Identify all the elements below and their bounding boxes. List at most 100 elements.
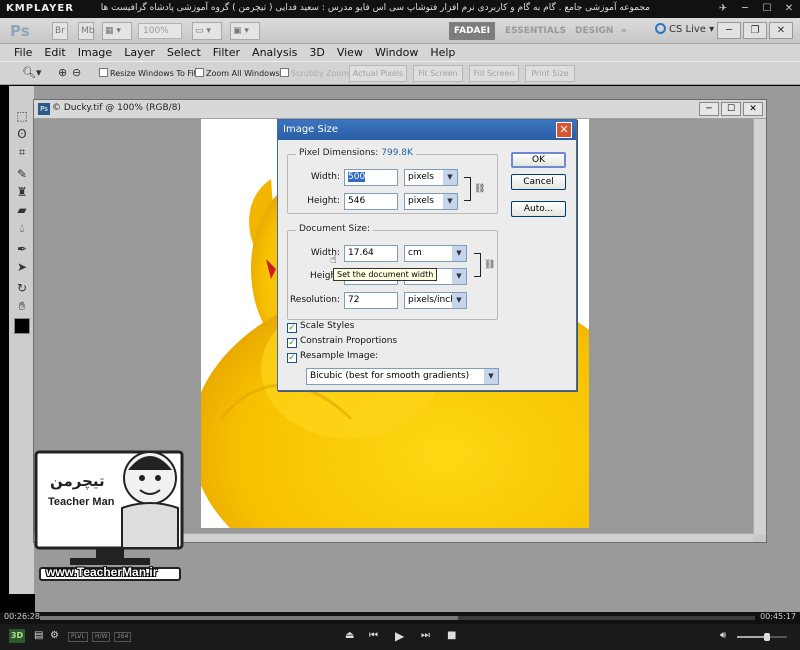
doc-width-unit-select[interactable]: cm ▼ [404,245,467,262]
document-constrain-bracket [474,253,481,277]
minimize-icon[interactable]: ─ [738,2,752,15]
volume-slider[interactable] [737,633,787,641]
menu-select[interactable]: Select [161,44,207,61]
seek-bar[interactable] [40,616,755,620]
zoom-all-windows-checkbox[interactable]: Zoom All Windows [195,68,280,78]
app-close-button[interactable]: ✕ [769,22,793,39]
height-px-unit-select[interactable]: pixels ▼ [404,193,458,210]
zoom-in-icon[interactable]: ⊕ [58,66,67,79]
eraser-tool-icon[interactable]: ▰ [14,202,30,218]
3d-mode-badge[interactable]: 3D [9,629,25,643]
mode-tag-264[interactable]: 264 [114,632,132,642]
chevron-down-icon: ▼ [452,246,466,261]
cs-live-icon [655,23,666,34]
chevron-down-icon: ▼ [484,369,498,384]
cancel-button[interactable]: Cancel [511,174,566,190]
play-icon[interactable]: ▶ [395,629,404,643]
extras-menu-button[interactable]: ▦ ▾ [102,22,132,40]
teacherman-watermark: تیچرمن Teacher Man [10,430,210,585]
more-workspaces-icon[interactable]: » [621,22,627,40]
menu-help[interactable]: Help [424,44,461,61]
scale-styles-checkbox[interactable]: ✓ Scale Styles [287,321,354,333]
bridge-icon[interactable]: Br [52,22,68,40]
menu-window[interactable]: Window [369,44,424,61]
width-px-unit-select[interactable]: pixels ▼ [404,169,458,186]
doc-width-input[interactable]: 17.64 [344,245,398,262]
actual-pixels-button[interactable]: Actual Pixels [349,65,407,82]
marquee-tool-icon[interactable]: ⬚ [14,108,30,124]
menu-analysis[interactable]: Analysis [246,44,303,61]
menu-image[interactable]: Image [72,44,118,61]
vertical-scrollbar[interactable] [753,119,766,534]
previous-icon[interactable]: ⏮ [369,630,378,641]
volume-icon[interactable]: 🔊︎ [720,630,726,641]
zoom-out-icon[interactable]: ⊖ [72,66,81,79]
foreground-color-swatch[interactable] [14,318,30,334]
doc-maximize-button[interactable]: ☐ [721,102,741,116]
blur-tool-icon[interactable]: 💧︎ [14,220,30,236]
path-selection-icon[interactable]: ➤ [14,259,30,275]
maximize-icon[interactable]: ☐ [760,2,774,15]
cs-live-menu[interactable]: CS Live ▾ [655,23,714,35]
zoom-level-field[interactable]: 100% [138,23,182,39]
mode-tag-plvl[interactable]: PLVL [68,632,88,642]
hand-tool-icon[interactable]: ✋︎ [14,298,30,314]
resample-method-select[interactable]: Bicubic (best for smooth gradients) ▼ [306,368,499,385]
app-minimize-button[interactable]: ─ [717,22,741,39]
fill-screen-button[interactable]: Fill Screen [469,65,519,82]
pixel-dimensions-value: 799.8K [381,148,413,158]
menu-file[interactable]: File [8,44,38,61]
pen-tool-icon[interactable]: ✒ [14,241,30,257]
scrubby-zoom-checkbox[interactable]: Scrubby Zoom [280,68,349,78]
healing-brush-icon[interactable]: ✎ [14,166,30,182]
playlist-icon[interactable]: ▤ [34,630,43,641]
settings-gear-icon[interactable]: ⚙ [50,630,59,641]
clone-stamp-icon[interactable]: ♜ [14,184,30,200]
eject-icon[interactable]: ⏏ [345,630,354,641]
zoom-tool-icon[interactable]: 🔍︎▾ [22,66,42,79]
menu-edit[interactable]: Edit [38,44,71,61]
menu-3d[interactable]: 3D [303,44,330,61]
lasso-tool-icon[interactable]: ʘ [14,126,30,142]
chevron-down-icon: ▼ [443,170,457,185]
next-icon[interactable]: ⏭ [421,630,430,641]
ok-button[interactable]: OK [511,152,566,168]
fit-screen-button[interactable]: Fit Screen [413,65,463,82]
menu-bar: File Edit Image Layer Select Filter Anal… [0,44,800,61]
constrain-proportions-checkbox[interactable]: ✓ Constrain Proportions [287,336,397,348]
dialog-close-button[interactable]: ✕ [556,122,572,138]
workspace-design[interactable]: DESIGN [575,22,613,40]
resolution-input[interactable]: 72 [344,292,398,309]
3d-rotate-icon[interactable]: ↻ [14,280,30,296]
menu-layer[interactable]: Layer [118,44,161,61]
volume-knob[interactable] [764,633,770,641]
document-title-bar[interactable]: Ps © Ducky.tif @ 100% (RGB/8) ─ ☐ ✕ [34,100,766,119]
player-logo: KMPLAYER [6,3,74,14]
resolution-unit-select[interactable]: pixels/inch ▼ [404,292,467,309]
pin-icon[interactable]: ✈ [716,2,730,15]
screen-mode-button[interactable]: ▣ ▾ [230,22,260,40]
menu-filter[interactable]: Filter [207,44,246,61]
resize-windows-checkbox[interactable]: Resize Windows To Fit [99,68,197,78]
doc-minimize-button[interactable]: ─ [699,102,719,116]
height-px-input[interactable]: 546 [344,193,398,210]
menu-view[interactable]: View [331,44,369,61]
watermark-url: www.TeacherMan.ir [46,565,158,579]
document-title: © Ducky.tif @ 100% (RGB/8) [52,103,181,113]
video-title: مجموعه آموزشی جامع . گام به گام و کاربرد… [100,3,650,13]
resample-image-checkbox[interactable]: ✓ Resample Image: [287,351,378,363]
auto-button[interactable]: Auto... [511,201,566,217]
workspace-essentials[interactable]: ESSENTIALS [505,22,566,40]
arrange-documents-button[interactable]: ▭ ▾ [192,22,222,40]
print-size-button[interactable]: Print Size [525,65,575,82]
doc-close-button[interactable]: ✕ [743,102,763,116]
width-px-input[interactable]: 500 [344,169,398,186]
workspace-fadaei[interactable]: FADAEI [449,22,495,40]
app-restore-button[interactable]: ❐ [743,22,767,39]
minibridge-icon[interactable]: Mb [78,22,94,40]
player-title-bar: KMPLAYER مجموعه آموزشی جامع . گام به گام… [0,0,800,18]
mode-tag-hw[interactable]: H/W [92,632,111,642]
crop-tool-icon[interactable]: ⌗ [14,144,30,160]
stop-icon[interactable]: ■ [447,630,456,641]
close-icon[interactable]: ✕ [782,2,796,15]
